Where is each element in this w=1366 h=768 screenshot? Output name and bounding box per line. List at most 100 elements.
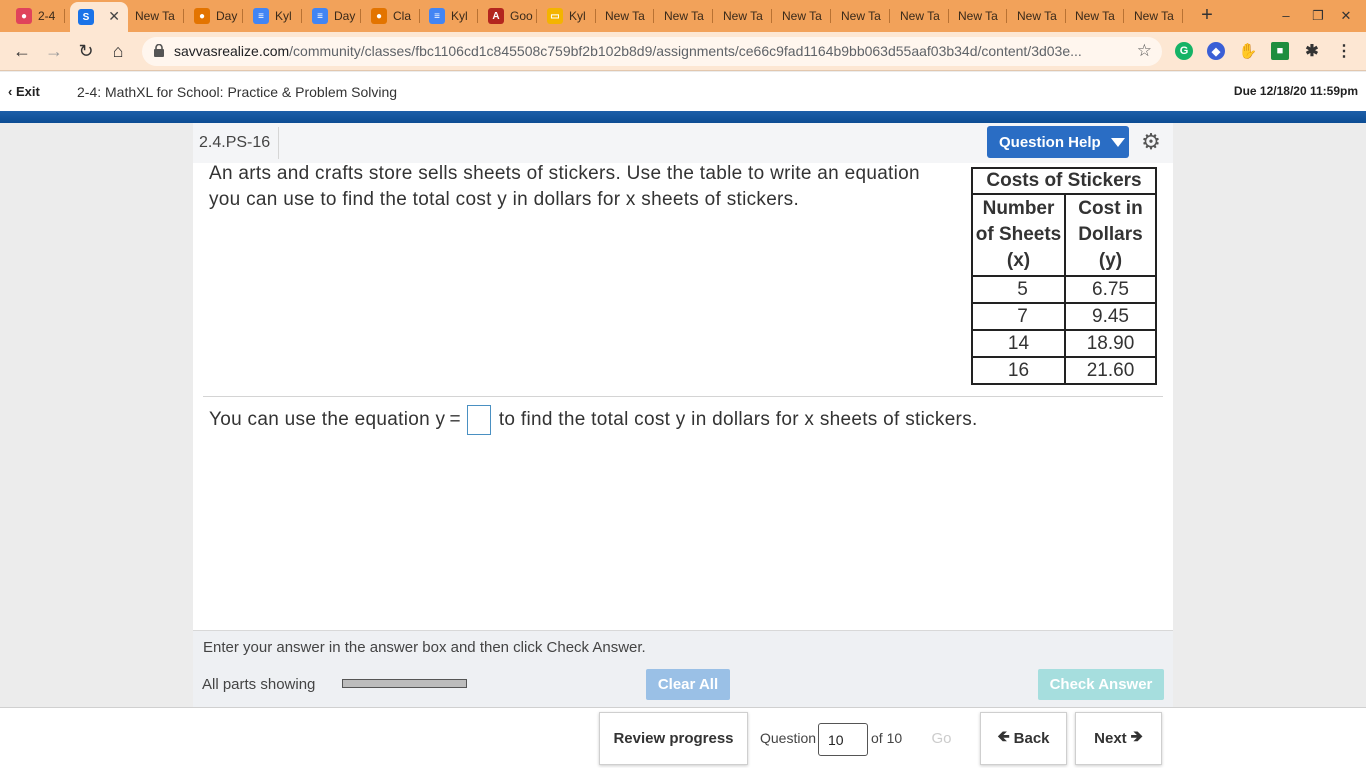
browser-tab-label: New Ta xyxy=(1134,9,1174,23)
browser-tab-label: New Ta xyxy=(1017,9,1057,23)
exit-label: Exit xyxy=(15,84,40,99)
browser-tab[interactable]: New Ta xyxy=(950,4,1007,28)
browser-tab[interactable]: ≡ Kyl xyxy=(245,4,302,28)
browser-tab-label: Kyl xyxy=(275,9,292,23)
browser-tab-label: Goo xyxy=(510,9,533,23)
back-label: Back xyxy=(1013,730,1050,747)
extensions-puzzle-icon[interactable]: ✱ xyxy=(1303,42,1321,60)
classroom-extension-icon[interactable]: ■ xyxy=(1271,42,1289,60)
question-number-input[interactable] xyxy=(818,723,868,756)
browser-tab[interactable]: ● Cla xyxy=(363,4,420,28)
browser-tab[interactable]: New Ta xyxy=(597,4,654,28)
restore-icon[interactable]: ❐ xyxy=(1308,6,1328,26)
browser-tab[interactable]: ● Day xyxy=(186,4,243,28)
browser-tab[interactable]: ≡ Kyl xyxy=(421,4,478,28)
browser-tab-label: New Ta xyxy=(841,9,881,23)
question-total-label: of 10 xyxy=(871,730,903,746)
browser-tab-label: Kyl xyxy=(451,9,468,23)
instruction-bar: Enter your answer in the answer box and … xyxy=(193,630,1173,662)
arrow-left-icon: 🡸 xyxy=(997,728,1010,745)
answer-input-box[interactable] xyxy=(466,405,491,435)
sheets-cell: 5 xyxy=(971,275,1066,304)
browser-tab-label: New Ta xyxy=(135,9,175,23)
cost-cell: 6.75 xyxy=(1064,275,1157,304)
arrow-right-icon: 🡺 xyxy=(1130,728,1143,745)
forward-arrow-icon[interactable]: → xyxy=(42,40,66,64)
question-text: An arts and crafts store sells sheets of… xyxy=(209,163,920,210)
gear-icon[interactable]: ⚙ xyxy=(1140,131,1162,153)
cost-cell: 18.90 xyxy=(1064,329,1157,358)
browser-tab[interactable]: ● 2-4 xyxy=(8,4,65,28)
browser-tab-strip: + – ❐ ✕ ● 2-4 S ✕ New Ta ● Day ≡ Kyl ≡ Day ● Cla ≡ Kyl… xyxy=(0,0,1366,32)
clear-all-button[interactable]: Clear All xyxy=(646,669,730,700)
browser-tab-label: Day xyxy=(334,9,356,23)
docs-icon: ≡ xyxy=(253,8,269,24)
browser-menu-icon[interactable]: ⋮ xyxy=(1335,42,1353,60)
browser-tab[interactable]: A Goo xyxy=(480,4,537,28)
next-button[interactable]: Next 🡺 xyxy=(1075,712,1162,765)
browser-tab[interactable]: New Ta xyxy=(715,4,772,28)
browser-tab[interactable]: New Ta xyxy=(892,4,949,28)
caret-down-icon xyxy=(1110,137,1125,147)
browser-tab[interactable]: New Ta xyxy=(833,4,890,28)
column-header-cost: Cost in Dollars (y) xyxy=(1064,193,1157,277)
review-progress-button[interactable]: Review progress xyxy=(599,712,748,765)
question-help-label: Question Help xyxy=(999,133,1101,151)
sheets-cell: 16 xyxy=(971,356,1066,385)
sheets-cell: 7 xyxy=(971,302,1066,331)
browser-tab[interactable]: New Ta xyxy=(1009,4,1066,28)
cost-cell: 21.60 xyxy=(1064,356,1157,385)
question-help-button[interactable]: Question Help xyxy=(987,126,1129,158)
browser-tab-label: Day xyxy=(216,9,238,23)
person-app-icon: ● xyxy=(16,8,32,24)
parts-showing-label: All parts showing xyxy=(202,676,316,693)
assignment-title: 2-4: MathXL for School: Practice & Probl… xyxy=(77,84,398,100)
bookmark-star-icon[interactable]: ☆ xyxy=(1137,41,1152,61)
browser-tab-label: New Ta xyxy=(605,9,645,23)
docs-icon: ≡ xyxy=(312,8,328,24)
back-button[interactable]: 🡸 Back xyxy=(980,712,1067,765)
home-icon[interactable]: ⌂ xyxy=(106,40,130,64)
close-tab-icon[interactable]: ✕ xyxy=(108,8,120,25)
question-header: 2.4.PS-16 Question Help ⚙ xyxy=(193,123,1173,163)
go-button[interactable]: Go xyxy=(914,712,969,765)
browser-tab-label: New Ta xyxy=(664,9,704,23)
lock-icon xyxy=(154,44,164,57)
slides-icon: ▭ xyxy=(547,8,563,24)
browser-tab[interactable]: ≡ Day xyxy=(304,4,361,28)
exit-button[interactable]: ‹ Exit xyxy=(8,84,40,99)
column-header-sheets: Number of Sheets (x) xyxy=(971,193,1066,277)
question-id: 2.4.PS-16 xyxy=(193,127,280,159)
browser-tab[interactable]: New Ta xyxy=(127,4,184,28)
browser-tab-label: New Ta xyxy=(900,9,940,23)
new-tab-button[interactable]: + xyxy=(1196,4,1218,28)
reload-icon[interactable]: ↻ xyxy=(74,40,98,64)
browser-tab[interactable]: New Ta xyxy=(1067,4,1124,28)
table-row: 5 6.75 xyxy=(971,275,1157,304)
hand-extension-icon[interactable]: ✋ xyxy=(1239,42,1258,60)
minimize-icon[interactable]: – xyxy=(1276,6,1296,26)
parts-bar: All parts showing Clear All Check Answer xyxy=(193,662,1173,707)
stickers-table: Costs of Stickers Number of Sheets (x) C… xyxy=(971,167,1157,385)
a-icon: A xyxy=(488,8,504,24)
browser-tab[interactable]: New Ta xyxy=(1126,4,1183,28)
stickers-table-container[interactable]: Costs of Stickers Number of Sheets (x) C… xyxy=(971,167,1157,397)
back-arrow-icon[interactable]: ← xyxy=(10,40,34,64)
table-row: 14 18.90 xyxy=(971,329,1157,358)
question-number-label: Question xyxy=(760,730,817,746)
question-divider xyxy=(203,396,1163,397)
grammarly-extension-icon[interactable]: G xyxy=(1175,42,1193,60)
browser-tab[interactable]: New Ta xyxy=(774,4,831,28)
browser-toolbar: ← → ↻ ⌂ savvasrealize.com/community/clas… xyxy=(0,32,1366,71)
close-window-icon[interactable]: ✕ xyxy=(1336,6,1356,26)
address-bar[interactable]: savvasrealize.com/community/classes/fbc1… xyxy=(142,37,1162,66)
shield-extension-icon[interactable]: ◆ xyxy=(1207,42,1225,60)
browser-tab[interactable]: S ✕ xyxy=(70,2,128,32)
savvas-icon: S xyxy=(78,9,94,25)
check-answer-button[interactable]: Check Answer xyxy=(1038,669,1164,700)
table-title: Costs of Stickers xyxy=(971,167,1157,193)
table-row: 16 21.60 xyxy=(971,356,1157,385)
browser-tab[interactable]: ▭ Kyl xyxy=(539,4,596,28)
browser-tab[interactable]: New Ta xyxy=(656,4,713,28)
table-row: 7 9.45 xyxy=(971,302,1157,331)
